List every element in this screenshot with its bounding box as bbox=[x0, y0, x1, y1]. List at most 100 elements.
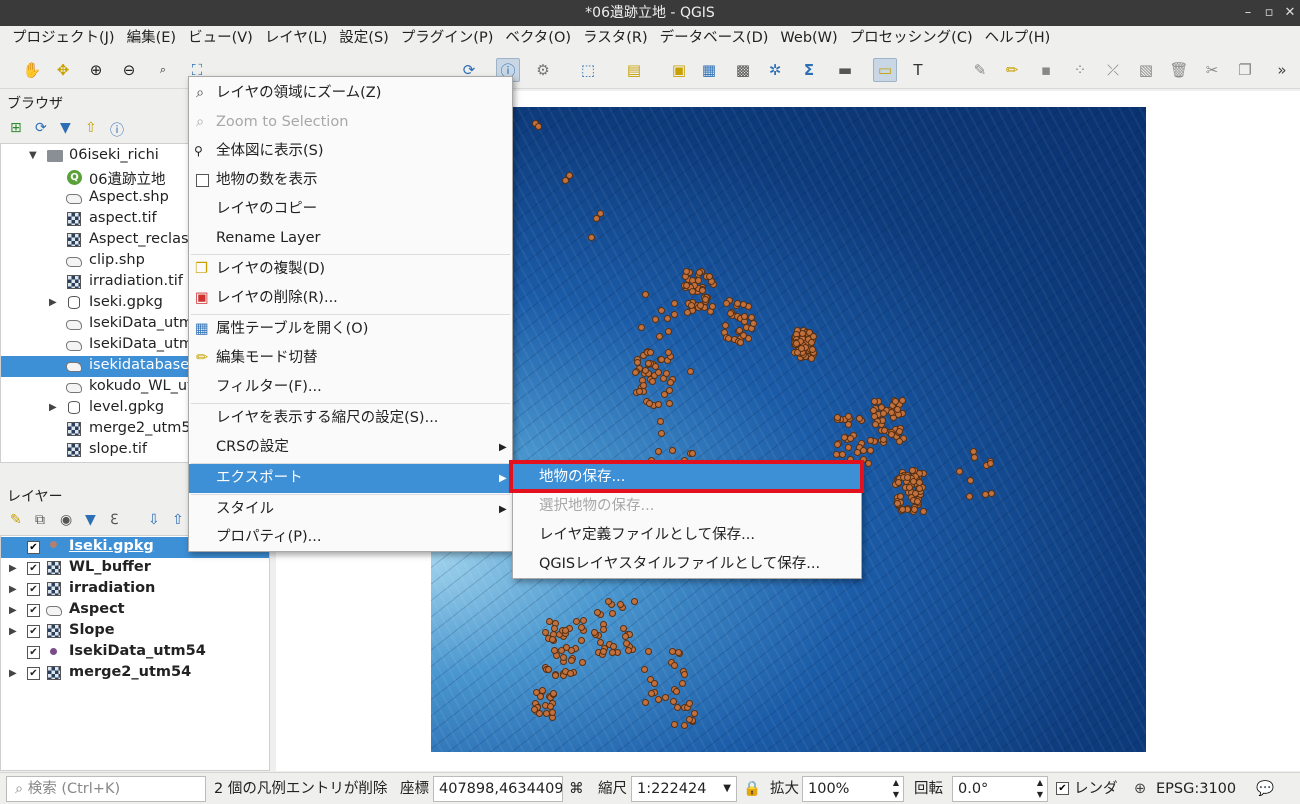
checkbox-icon[interactable] bbox=[196, 174, 209, 187]
filter-expression-icon[interactable]: ℇ bbox=[110, 512, 119, 528]
toggle-editing-icon[interactable]: ✏ bbox=[1000, 58, 1024, 82]
menu-properties[interactable]: プロパティ(P)... bbox=[189, 523, 512, 552]
zoom-in-icon[interactable]: ⊕ bbox=[84, 58, 108, 82]
deselect-icon[interactable]: ▣ bbox=[667, 58, 691, 82]
lock-scale-icon[interactable]: 🔒 bbox=[743, 773, 761, 804]
layer-visibility-checkbox[interactable]: ✔ bbox=[27, 625, 40, 638]
toolbar-overflow-icon[interactable]: » bbox=[1270, 58, 1294, 82]
render-checkbox[interactable]: ✔ bbox=[1056, 782, 1069, 795]
cut-features-icon[interactable]: ✂ bbox=[1200, 58, 1224, 82]
statistics-icon[interactable]: Σ bbox=[797, 58, 821, 82]
field-calculator-icon[interactable]: ▩ bbox=[731, 58, 755, 82]
menu-open-attribute-table[interactable]: ▦ 属性テーブルを開く(O) bbox=[189, 315, 512, 344]
expand-arrow-icon[interactable]: ▶ bbox=[9, 584, 17, 595]
menu-scale-visibility[interactable]: レイヤを表示する縮尺の設定(S)... bbox=[189, 404, 512, 433]
expand-arrow-icon[interactable]: ▼ bbox=[29, 150, 37, 161]
menu-remove-layer[interactable]: ▣ レイヤの削除(R)... bbox=[189, 284, 512, 313]
menu-plugins[interactable]: プラグイン(P) bbox=[395, 26, 500, 50]
menu-edit[interactable]: 編集(E) bbox=[121, 26, 182, 50]
delete-selected-icon[interactable]: 🗑 bbox=[1167, 58, 1191, 82]
layer-item[interactable]: ▶ ✔ WL_buffer bbox=[1, 558, 269, 579]
menu-set-crs[interactable]: CRSの設定 ▶ bbox=[189, 433, 512, 462]
add-selected-layers-icon[interactable]: ⊞ bbox=[10, 120, 22, 136]
filter-browser-icon[interactable]: ▼ bbox=[60, 120, 71, 136]
menu-processing[interactable]: プロセッシング(C) bbox=[844, 26, 979, 50]
crs-icon[interactable]: ⊕ bbox=[1134, 773, 1146, 804]
expand-arrow-icon[interactable]: ▶ bbox=[49, 402, 57, 413]
measure-icon[interactable]: ▬ bbox=[833, 58, 857, 82]
visibility-icon[interactable]: ◉ bbox=[60, 512, 72, 528]
text-annotation-icon[interactable]: T bbox=[906, 58, 930, 82]
select-features-icon[interactable]: ⬚ bbox=[576, 58, 600, 82]
expand-arrow-icon[interactable]: ▶ bbox=[9, 626, 17, 637]
save-edits-icon[interactable]: ▪ bbox=[1034, 58, 1058, 82]
expand-arrow-icon[interactable]: ▶ bbox=[9, 605, 17, 616]
extents-toggle-icon[interactable]: ⌘ bbox=[569, 773, 584, 804]
pan-to-selection-icon[interactable]: ✥ bbox=[51, 58, 75, 82]
menu-show-feature-count[interactable]: 地物の数を表示 bbox=[189, 166, 512, 195]
coordinate-field[interactable]: 407898,4634409 bbox=[433, 776, 563, 802]
layer-visibility-checkbox[interactable]: ✔ bbox=[27, 541, 40, 554]
menu-copy-layer[interactable]: レイヤのコピー bbox=[189, 195, 512, 224]
menu-web[interactable]: Web(W) bbox=[774, 26, 843, 50]
menu-settings[interactable]: 設定(S) bbox=[333, 26, 395, 50]
menu-duplicate-layer[interactable]: ❐ レイヤの複製(D) bbox=[189, 255, 512, 284]
expand-arrow-icon[interactable]: ▶ bbox=[49, 297, 57, 308]
menu-layer[interactable]: レイヤ(L) bbox=[259, 26, 333, 50]
spin-arrows-icon[interactable]: ▲ ▼ bbox=[1037, 777, 1043, 801]
spin-arrows-icon[interactable]: ▲ ▼ bbox=[893, 777, 899, 801]
layer-visibility-checkbox[interactable]: ✔ bbox=[27, 562, 40, 575]
action-icon[interactable]: ⚙ bbox=[531, 58, 555, 82]
layer-visibility-checkbox[interactable]: ✔ bbox=[27, 646, 40, 659]
copy-features-icon[interactable]: ❐ bbox=[1233, 58, 1257, 82]
menu-project[interactable]: プロジェクト(J) bbox=[6, 26, 121, 50]
magnifier-spinbox[interactable]: 100% ▲ ▼ bbox=[802, 776, 904, 802]
add-feature-icon[interactable]: ⁘ bbox=[1068, 58, 1092, 82]
map-tips-icon[interactable]: ▭ bbox=[873, 58, 897, 82]
menu-zoom-to-selection[interactable]: ⌕ Zoom to Selection bbox=[189, 108, 512, 137]
menu-vector[interactable]: ベクタ(O) bbox=[499, 26, 577, 50]
menu-raster[interactable]: ラスタ(R) bbox=[577, 26, 654, 50]
pan-icon[interactable]: ✋ bbox=[20, 58, 44, 82]
zoom-native-icon[interactable]: ⌕ bbox=[151, 58, 175, 82]
crs-status[interactable]: EPSG:3100 bbox=[1156, 773, 1236, 804]
layer-visibility-checkbox[interactable]: ✔ bbox=[27, 583, 40, 596]
select-by-value-icon[interactable]: ▤ bbox=[622, 58, 646, 82]
properties-info-icon[interactable]: ⓘ bbox=[110, 120, 124, 140]
locator-search-input[interactable]: ⌕ 検索 (Ctrl+K) bbox=[6, 776, 206, 802]
filter-legend-icon[interactable]: ▼ bbox=[85, 512, 96, 528]
layer-item[interactable]: ▶ ✔ Aspect bbox=[1, 600, 269, 621]
digitize-icon[interactable]: ✎ bbox=[968, 58, 992, 82]
chevron-down-icon[interactable]: ▼ bbox=[723, 777, 731, 801]
modify-attributes-icon[interactable]: ▧ bbox=[1134, 58, 1158, 82]
add-group-icon[interactable]: ⧉ bbox=[35, 512, 45, 528]
menu-toggle-editing[interactable]: ✏ 編集モード切替 bbox=[189, 344, 512, 373]
layer-item[interactable]: ✔ IsekiData_utm54 bbox=[1, 642, 269, 663]
minimize-button[interactable]: – bbox=[1238, 0, 1258, 26]
layer-item[interactable]: ▶ ✔ merge2_utm54 bbox=[1, 663, 269, 684]
menu-export[interactable]: エクスポート ▶ bbox=[189, 464, 512, 493]
layer-item[interactable]: ▶ ✔ irradiation bbox=[1, 579, 269, 600]
menu-filter[interactable]: フィルター(F)... bbox=[189, 373, 512, 402]
collapse-all-icon[interactable]: ⇧ bbox=[172, 512, 184, 528]
menu-show-in-overview[interactable]: ⚲ 全体図に表示(S) bbox=[189, 137, 512, 166]
scale-combo[interactable]: 1:222424 ▼ bbox=[631, 776, 737, 802]
menu-save-selected-features[interactable]: 選択地物の保存... bbox=[513, 492, 861, 521]
layer-visibility-checkbox[interactable]: ✔ bbox=[27, 604, 40, 617]
menu-styles[interactable]: スタイル ▶ bbox=[189, 495, 512, 524]
expand-all-icon[interactable]: ⇩ bbox=[148, 512, 160, 528]
menu-help[interactable]: ヘルプ(H) bbox=[979, 26, 1057, 50]
expand-arrow-icon[interactable]: ▶ bbox=[9, 668, 17, 679]
close-button[interactable]: ✕ bbox=[1280, 0, 1300, 26]
expand-arrow-icon[interactable]: ▶ bbox=[9, 563, 17, 574]
menu-view[interactable]: ビュー(V) bbox=[182, 26, 259, 50]
zoom-out-icon[interactable]: ⊖ bbox=[117, 58, 141, 82]
collapse-all-icon[interactable]: ⇧ bbox=[85, 120, 97, 136]
menu-save-layer-definition[interactable]: レイヤ定義ファイルとして保存... bbox=[513, 521, 861, 550]
menu-zoom-to-layer[interactable]: ⌕ レイヤの領域にズーム(Z) bbox=[189, 79, 512, 108]
processing-toolbox-icon[interactable]: ✲ bbox=[763, 58, 787, 82]
layer-item[interactable]: ▶ ✔ Slope bbox=[1, 621, 269, 642]
menu-rename-layer[interactable]: Rename Layer bbox=[189, 224, 512, 253]
browser-refresh-icon[interactable]: ⟳ bbox=[35, 120, 47, 136]
rotation-spinbox[interactable]: 0.0° ▲ ▼ bbox=[952, 776, 1048, 802]
